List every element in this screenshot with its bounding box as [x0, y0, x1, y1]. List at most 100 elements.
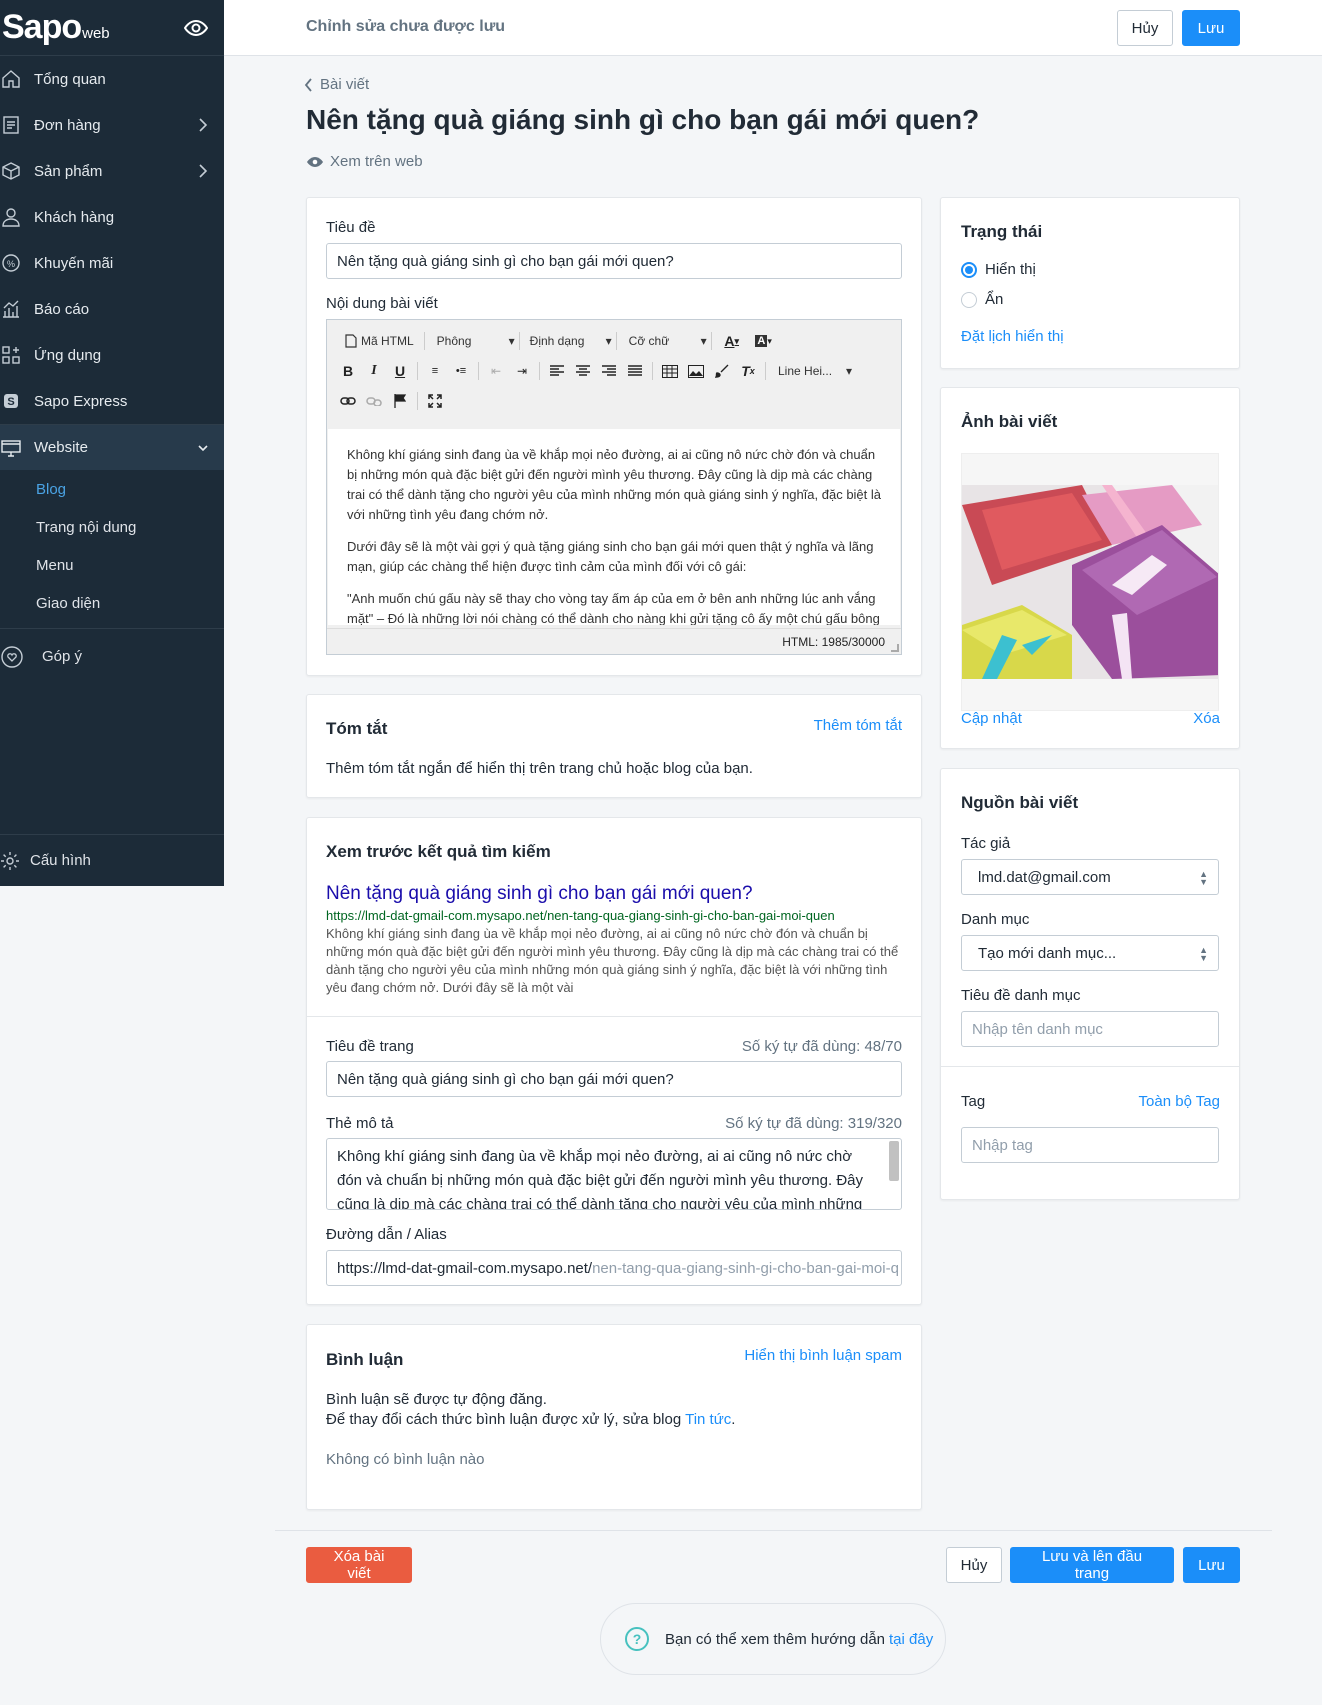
meta-description-value: Không khí giáng sinh đang ùa về khắp mọi… — [337, 1148, 863, 1210]
editor-content[interactable]: Không khí giáng sinh đang ùa về khắp mọi… — [328, 429, 900, 625]
page-title-input[interactable]: Nên tặng quà giáng sinh gì cho bạn gái m… — [326, 1061, 902, 1097]
nav-item-khuyen-mai[interactable]: % Khuyến mãi — [0, 240, 224, 286]
delete-image-link[interactable]: Xóa — [1193, 710, 1220, 727]
gift-boxes-image — [962, 485, 1218, 679]
brush-icon[interactable] — [709, 358, 735, 384]
scrollbar[interactable] — [889, 1141, 899, 1181]
caret-down-icon: ▾ — [508, 334, 515, 348]
editor-toolbar-row-2: B I U ≡ •≡ ⇤ ⇥ Tx Line Hei... ▾ — [335, 357, 852, 385]
comments-note-2: Để thay đổi cách thức bình luận được xử … — [326, 1411, 735, 1428]
font-select[interactable]: Phông ▾ — [429, 334, 515, 348]
status-hidden-radio[interactable]: Ẩn — [961, 291, 1003, 308]
nav-item-website[interactable]: Website — [0, 424, 224, 470]
settings-link[interactable]: Cấu hình — [0, 834, 224, 886]
seo-preview-title[interactable]: Nên tặng quà giáng sinh gì cho bạn gái m… — [326, 883, 753, 905]
meta-description-label: Thẻ mô tả — [326, 1115, 394, 1132]
divider — [307, 1016, 921, 1017]
eye-icon — [307, 156, 323, 167]
html-character-count: HTML: 1985/30000 — [782, 634, 885, 649]
website-submenu: Blog Trang nội dung Menu Giao diện — [0, 470, 224, 622]
nav-item-bao-cao[interactable]: Báo cáo — [0, 286, 224, 332]
eye-icon[interactable] — [184, 16, 208, 40]
ordered-list-icon[interactable]: ≡ — [422, 358, 448, 384]
status-visible-radio[interactable]: Hiển thị — [961, 261, 1036, 278]
resize-handle-icon[interactable] — [891, 644, 899, 652]
category-title-input[interactable]: Nhập tên danh mục — [961, 1011, 1219, 1047]
feedback-link[interactable]: Góp ý — [0, 628, 224, 684]
unlink-icon[interactable] — [361, 388, 387, 414]
indent-icon[interactable]: ⇥ — [509, 358, 535, 384]
caret-down-icon: ▾ — [700, 334, 707, 348]
featured-image[interactable] — [961, 453, 1219, 711]
text-color-icon[interactable]: A ▾ — [716, 328, 748, 354]
meta-description-textarea[interactable]: Không khí giáng sinh đang ùa về khắp mọi… — [326, 1138, 902, 1210]
image-icon[interactable] — [683, 358, 709, 384]
nav-item-tong-quan[interactable]: Tổng quan — [0, 56, 224, 102]
format-select[interactable]: Định dạng ▾ — [524, 334, 612, 348]
nav-item-don-hang[interactable]: Đơn hàng — [0, 102, 224, 148]
align-left-icon[interactable] — [544, 358, 570, 384]
alias-value: nen-tang-qua-giang-sinh-gi-cho-ban-gai-m… — [592, 1259, 899, 1277]
comments-note-1: Bình luận sẽ được tự động đăng. — [326, 1391, 547, 1408]
line-height-label: Line Hei... — [778, 364, 833, 378]
editor-paragraph: Dưới đây sẽ là một vài gợi ý quà tặng gi… — [347, 539, 874, 574]
cancel-button[interactable]: Hủy — [1117, 10, 1173, 46]
show-spam-comments-link[interactable]: Hiển thị bình luận spam — [744, 1347, 902, 1364]
save-button[interactable]: Lưu — [1182, 10, 1240, 46]
nav-item-sapo-express[interactable]: S Sapo Express — [0, 378, 224, 424]
nav-item-ung-dung[interactable]: Ứng dụng — [0, 332, 224, 378]
link-icon[interactable] — [335, 388, 361, 414]
schedule-visibility-link[interactable]: Đặt lịch hiển thị — [961, 328, 1064, 345]
category-select[interactable]: Tạo mới danh mục... ▲ ▼ — [961, 935, 1219, 971]
delete-article-button[interactable]: Xóa bài viết — [306, 1547, 412, 1583]
view-on-web-link[interactable]: Xem trên web — [306, 153, 423, 170]
period: . — [731, 1411, 736, 1428]
align-center-icon[interactable] — [570, 358, 596, 384]
line-height-select[interactable]: Line Hei... ▾ — [770, 364, 852, 378]
sub-item-menu[interactable]: Menu — [0, 546, 224, 584]
author-select[interactable]: lmd.dat@gmail.com ▲ ▼ — [961, 859, 1219, 895]
nav-label: Đơn hàng — [34, 116, 101, 134]
sapo-express-icon: S — [0, 390, 22, 412]
footer-divider — [275, 1530, 1272, 1531]
html-source-button[interactable]: Mã HTML — [339, 328, 420, 354]
add-summary-link[interactable]: Thêm tóm tắt — [814, 717, 902, 734]
unordered-list-icon[interactable]: •≡ — [448, 358, 474, 384]
blog-tin-tuc-link[interactable]: Tin tức — [685, 1411, 731, 1428]
meta-description-char-count: Số ký tự đã dùng: 319/320 — [725, 1115, 902, 1132]
breadcrumb[interactable]: Bài viết — [304, 76, 369, 93]
background-color-icon[interactable]: A ▾ — [748, 328, 780, 354]
fullscreen-icon[interactable] — [422, 388, 448, 414]
alias-input[interactable]: https://lmd-dat-gmail-com.mysapo.net/nen… — [326, 1250, 902, 1286]
title-label: Tiêu đề — [326, 219, 376, 236]
sub-item-blog[interactable]: Blog — [0, 470, 224, 508]
sapo-logo[interactable]: Sapo web — [0, 0, 224, 56]
table-icon[interactable] — [657, 358, 683, 384]
outdent-icon[interactable]: ⇤ — [483, 358, 509, 384]
underline-icon[interactable]: U — [387, 358, 413, 384]
summary-hint: Thêm tóm tắt ngắn để hiển thị trên trang… — [326, 760, 753, 777]
nav-item-san-pham[interactable]: Sản phẩm — [0, 148, 224, 194]
title-input[interactable]: Nên tặng quà giáng sinh gì cho bạn gái m… — [326, 243, 902, 279]
footer-save-button[interactable]: Lưu — [1183, 1547, 1240, 1583]
footer-cancel-button[interactable]: Hủy — [946, 1547, 1002, 1583]
all-tags-link[interactable]: Toàn bộ Tag — [1139, 1093, 1220, 1110]
clear-format-icon[interactable]: Tx — [735, 358, 761, 384]
editor-toolbar-row-3 — [335, 387, 448, 415]
align-justify-icon[interactable] — [622, 358, 648, 384]
italic-icon[interactable]: I — [361, 358, 387, 384]
flag-icon[interactable] — [387, 388, 413, 414]
save-and-top-button[interactable]: Lưu và lên đầu trang — [1010, 1547, 1174, 1583]
update-image-link[interactable]: Cập nhật — [961, 710, 1022, 727]
align-right-icon[interactable] — [596, 358, 622, 384]
sub-item-trang-noi-dung[interactable]: Trang nội dung — [0, 508, 224, 546]
sub-item-giao-dien[interactable]: Giao diện — [0, 584, 224, 622]
chevron-left-icon — [304, 77, 312, 92]
help-link[interactable]: tại đây — [889, 1631, 933, 1648]
tag-input[interactable]: Nhập tag — [961, 1127, 1219, 1163]
bold-icon[interactable]: B — [335, 358, 361, 384]
comments-card: Bình luận Hiển thị bình luận spam Bình l… — [306, 1324, 922, 1510]
nav-item-khach-hang[interactable]: Khách hàng — [0, 194, 224, 240]
caret-down-icon: ▾ — [605, 334, 612, 348]
size-select[interactable]: Cỡ chữ ▾ — [621, 334, 707, 348]
